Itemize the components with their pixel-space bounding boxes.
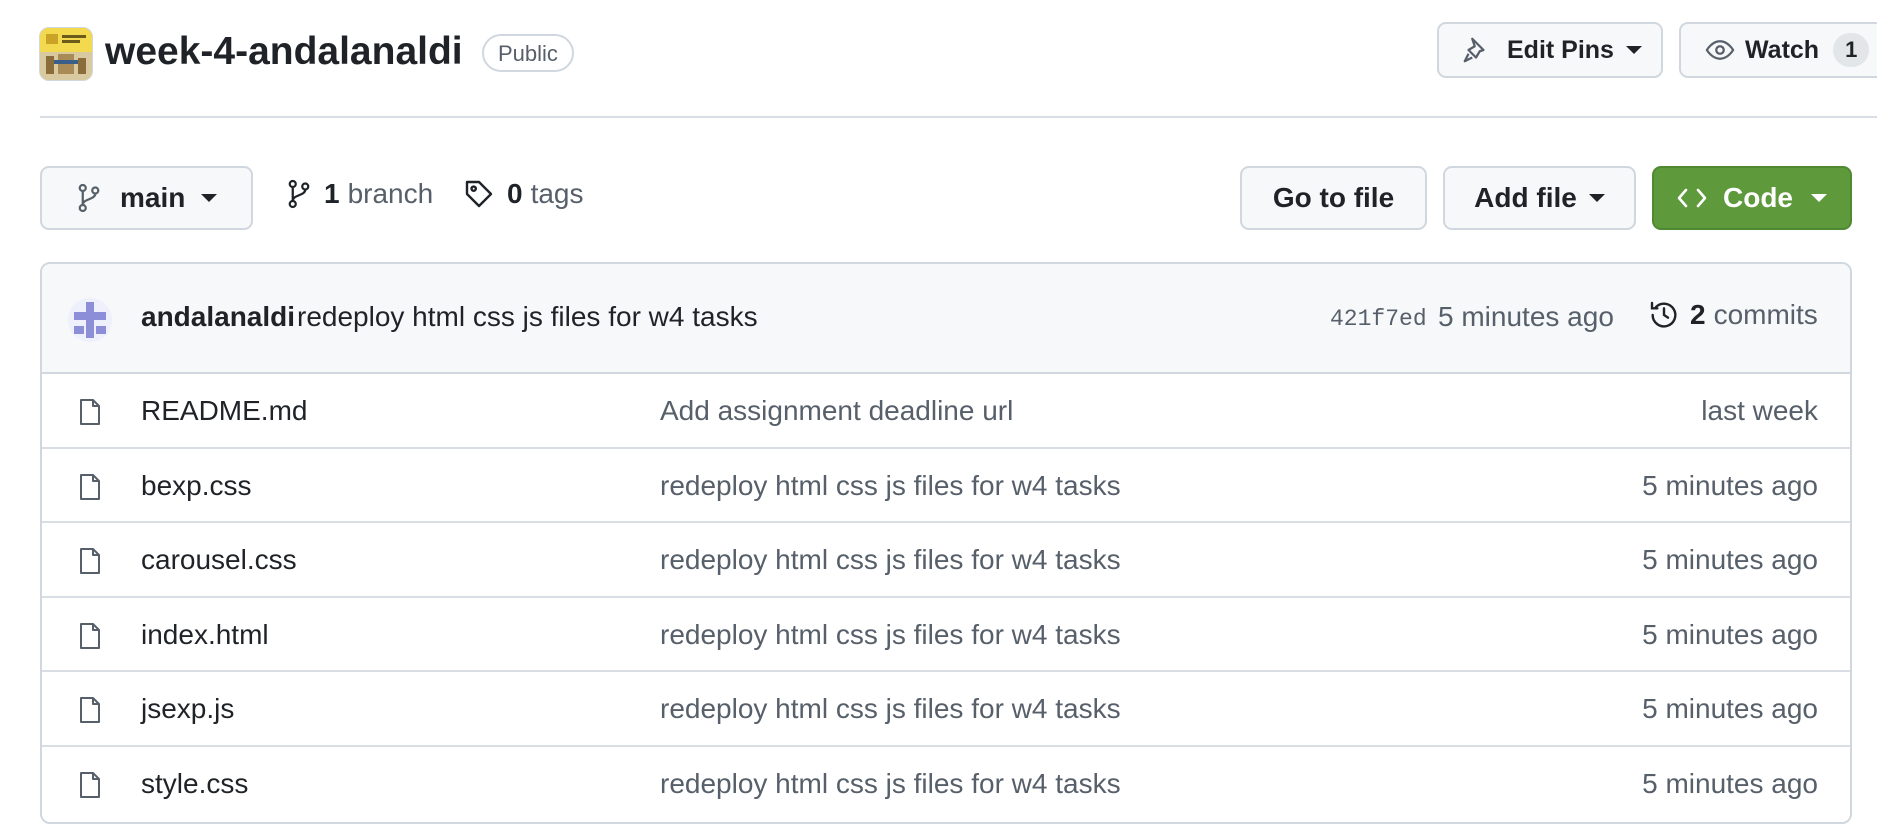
- branch-select-button[interactable]: main: [40, 166, 253, 230]
- commit-time: 5 minutes ago: [1438, 301, 1614, 332]
- file-browser: andalanaldi redeploy html css js files f…: [40, 262, 1852, 824]
- go-to-file-button[interactable]: Go to file: [1240, 166, 1427, 230]
- file-commit-time: 5 minutes ago: [1642, 618, 1818, 650]
- edit-pins-button[interactable]: Edit Pins: [1437, 22, 1663, 78]
- visibility-badge: Public: [482, 34, 574, 72]
- chevron-down-icon: [1811, 194, 1827, 202]
- pin-icon: [1461, 35, 1491, 65]
- file-commit-message[interactable]: Add assignment deadline url: [660, 395, 1013, 427]
- chevron-down-icon: [1625, 46, 1642, 54]
- file-icon: [78, 547, 102, 575]
- file-commit-message[interactable]: redeploy html css js files for w4 tasks: [660, 768, 1121, 800]
- chevron-down-icon: [201, 194, 218, 202]
- commit-count: 2: [1690, 299, 1706, 330]
- repo-avatar[interactable]: [39, 27, 93, 81]
- branches-link[interactable]: 1 branch: [286, 178, 433, 210]
- edit-pins-label: Edit Pins: [1507, 35, 1614, 64]
- avatar[interactable]: [68, 298, 112, 342]
- watch-label: Watch: [1745, 35, 1820, 64]
- file-commit-time: last week: [1701, 395, 1818, 426]
- tag-count: 0: [507, 178, 523, 209]
- file-icon: [78, 696, 102, 724]
- latest-commit-bar: andalanaldi redeploy html css js files f…: [42, 264, 1850, 374]
- file-commit-time: 5 minutes ago: [1642, 469, 1818, 501]
- file-row[interactable]: style.css redeploy html css js files for…: [42, 747, 1850, 822]
- commit-author[interactable]: andalanaldi: [141, 301, 295, 333]
- file-name[interactable]: README.md: [141, 395, 307, 427]
- chevron-down-icon: [1588, 194, 1605, 202]
- watch-button[interactable]: Watch 1: [1679, 22, 1877, 78]
- file-list: README.md Add assignment deadline url la…: [42, 374, 1850, 821]
- file-commit-time: 5 minutes ago: [1642, 767, 1818, 799]
- branch-name: main: [120, 182, 186, 213]
- tags-link[interactable]: 0 tags: [463, 178, 584, 210]
- watch-count: 1: [1833, 33, 1870, 67]
- file-name[interactable]: carousel.css: [141, 544, 297, 576]
- commit-word: commits: [1713, 299, 1818, 330]
- branch-word: branch: [347, 178, 434, 209]
- file-name[interactable]: index.html: [141, 619, 269, 651]
- file-commit-time: 5 minutes ago: [1642, 544, 1818, 575]
- file-icon: [78, 622, 102, 650]
- add-file-label: Add file: [1474, 182, 1577, 213]
- eye-icon: [1705, 35, 1735, 65]
- code-button[interactable]: Code: [1652, 166, 1852, 230]
- file-name[interactable]: bexp.css: [141, 470, 252, 502]
- file-commit-message[interactable]: redeploy html css js files for w4 tasks: [660, 619, 1121, 651]
- git-branch-icon: [286, 179, 312, 209]
- code-icon: [1677, 186, 1707, 210]
- commits-link[interactable]: 2 commits: [1648, 299, 1818, 331]
- repo-name[interactable]: week-4-andalanaldi: [105, 26, 463, 78]
- code-label: Code: [1723, 182, 1793, 213]
- file-icon: [78, 771, 102, 799]
- file-commit-message[interactable]: redeploy html css js files for w4 tasks: [660, 693, 1121, 725]
- tag-icon: [463, 178, 495, 210]
- tag-word: tags: [530, 178, 584, 209]
- file-commit-message[interactable]: redeploy html css js files for w4 tasks: [660, 470, 1121, 502]
- add-file-button[interactable]: Add file: [1443, 166, 1636, 230]
- file-row[interactable]: bexp.css redeploy html css js files for …: [42, 449, 1850, 523]
- history-icon: [1648, 299, 1680, 331]
- file-name[interactable]: style.css: [141, 768, 248, 800]
- file-commit-message[interactable]: redeploy html css js files for w4 tasks: [660, 544, 1121, 576]
- commit-sha[interactable]: 421f7ed: [1330, 306, 1427, 332]
- file-name[interactable]: jsexp.js: [141, 693, 234, 725]
- file-row[interactable]: carousel.css redeploy html css js files …: [42, 523, 1850, 598]
- commit-message[interactable]: redeploy html css js files for w4 tasks: [297, 301, 758, 333]
- file-row[interactable]: index.html redeploy html css js files fo…: [42, 598, 1850, 672]
- git-branch-icon: [76, 183, 102, 213]
- file-row[interactable]: jsexp.js redeploy html css js files for …: [42, 672, 1850, 747]
- file-icon: [78, 398, 102, 426]
- file-row[interactable]: README.md Add assignment deadline url la…: [42, 374, 1850, 449]
- header-divider: [40, 116, 1877, 118]
- file-icon: [78, 473, 102, 501]
- branch-count: 1: [324, 178, 340, 209]
- file-commit-time: 5 minutes ago: [1642, 693, 1818, 724]
